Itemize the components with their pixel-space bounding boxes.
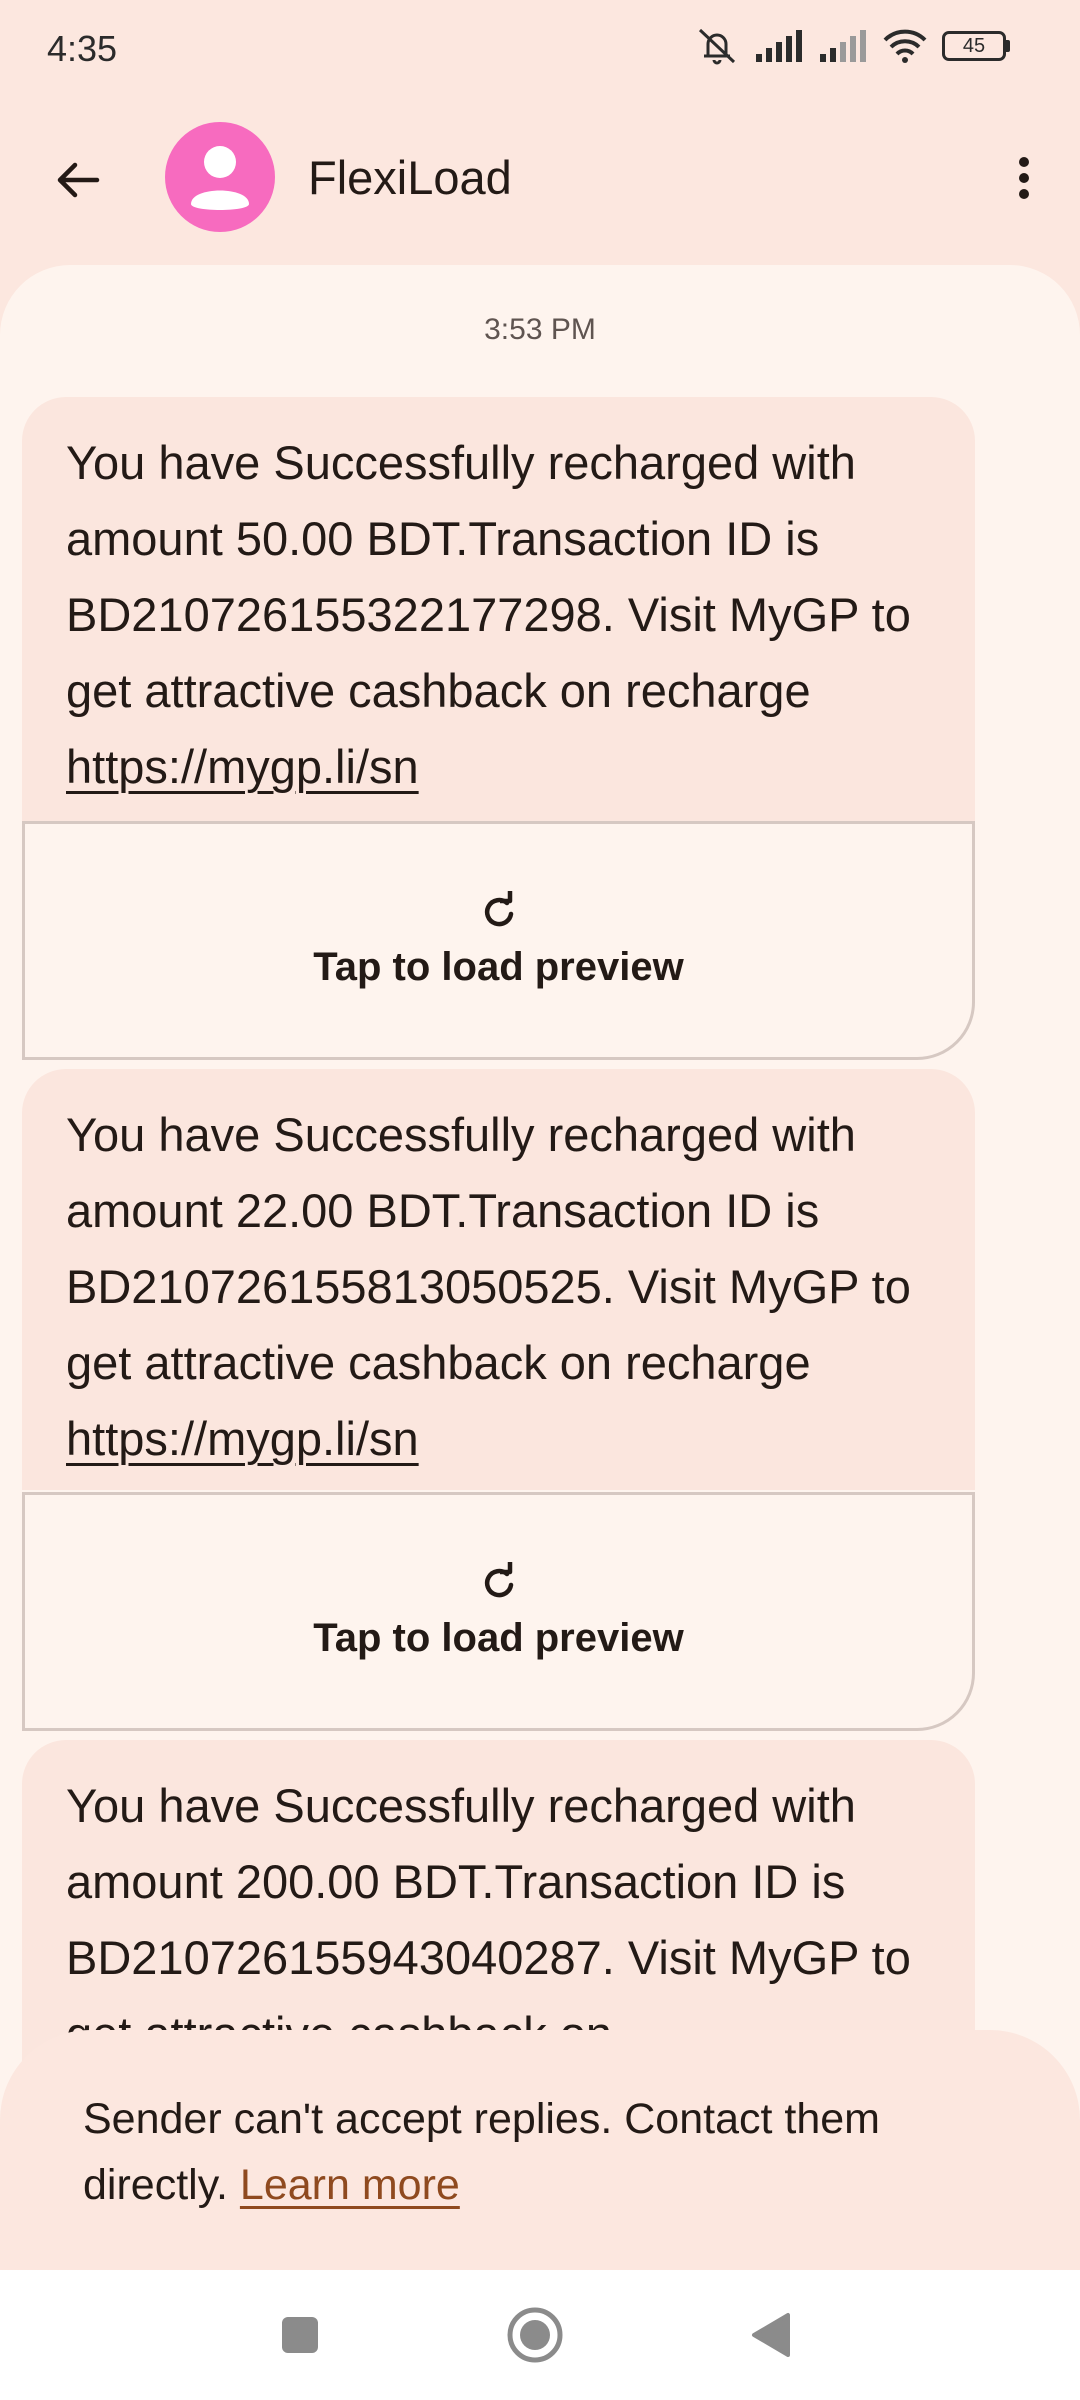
message-link[interactable]: https://mygp.li/sn [66,740,419,793]
preview-label: Tap to load preview [313,1616,684,1660]
mute-icon [698,28,736,65]
contact-name[interactable]: FlexiLoad [308,150,512,205]
message-link[interactable]: https://mygp.li/sn [66,1412,419,1465]
arrow-left-icon [57,162,100,198]
link-preview-1[interactable]: Tap to load preview [22,821,975,1060]
person-icon [191,146,249,210]
battery-level: 45 [942,31,1006,61]
refresh-icon [484,1562,513,1598]
more-vert-icon [1019,157,1029,199]
message-timestamp: 3:53 PM [484,313,596,346]
signal-weak-icon [820,30,866,62]
top-app-bar: FlexiLoad [0,100,1080,260]
status-icons: 45 [694,26,1010,66]
battery-tip [1006,40,1010,52]
nav-back-button[interactable] [740,2305,800,2365]
system-nav-bar [0,2270,1080,2400]
back-button[interactable] [40,142,116,218]
screen: 4:35 45 FlexiLoad 3:53 PM You have Succe… [0,0,1080,2400]
nav-recents-button[interactable] [270,2305,330,2365]
avatar[interactable] [165,122,275,232]
battery-indicator: 45 [942,31,1010,61]
conversation-list[interactable]: 3:53 PM You have Successfully recharged … [0,265,1080,2165]
message-text: You have Successfully recharged with amo… [66,1779,911,2060]
reply-notice-text: Sender can't accept replies. Contact the… [83,2086,983,2218]
message-bubble-1[interactable]: You have Successfully recharged with amo… [22,397,975,822]
learn-more-link[interactable]: Learn more [240,2161,460,2209]
triangle-icon [752,2313,790,2357]
message-bubble-2[interactable]: You have Successfully recharged with amo… [22,1069,975,1490]
signal-icon [756,30,802,62]
message-text: You have Successfully recharged with amo… [66,1108,911,1389]
preview-label: Tap to load preview [313,945,684,989]
status-time: 4:35 [47,28,118,69]
square-icon [282,2317,318,2353]
circle-icon [507,2307,563,2363]
message-text: You have Successfully recharged with amo… [66,436,911,717]
nav-home-button[interactable] [505,2305,565,2365]
more-options-button[interactable] [986,140,1062,216]
wifi-icon [883,29,927,63]
status-bar: 4:35 45 [0,0,1080,100]
notice-message: Sender can't accept replies. Contact the… [83,2095,880,2209]
refresh-icon [484,891,513,927]
reply-disabled-notice: Sender can't accept replies. Contact the… [0,2030,1080,2270]
link-preview-2[interactable]: Tap to load preview [22,1492,975,1731]
